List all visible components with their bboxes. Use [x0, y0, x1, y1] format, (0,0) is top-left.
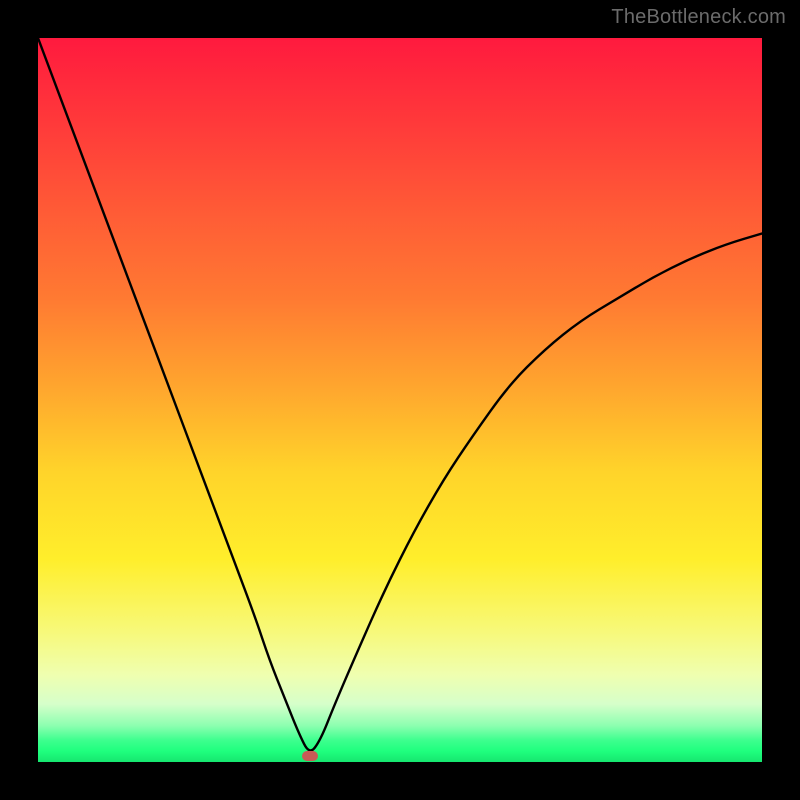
optimum-marker [302, 751, 318, 761]
chart-frame: TheBottleneck.com [0, 0, 800, 800]
plot-area [38, 38, 762, 762]
watermark-text: TheBottleneck.com [611, 6, 786, 29]
bottleneck-curve [38, 38, 762, 762]
